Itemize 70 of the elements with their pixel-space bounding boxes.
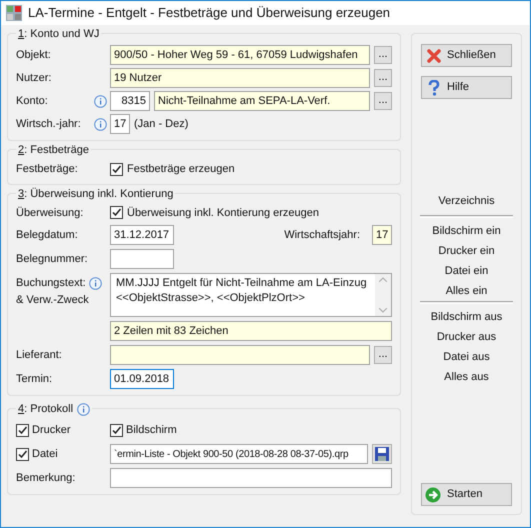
directory-link[interactable]: Bildschirm ein (432, 221, 501, 241)
window-title: LA-Termine - Entgelt - Festbeträge und Überweisung erzeugen (28, 4, 390, 22)
field-label: Objekt: (16, 48, 52, 63)
field-label: Bemerkung: (16, 470, 76, 486)
field-label: Belegnummer: (16, 252, 89, 267)
field-label: Festbeträge: (16, 162, 79, 177)
browse-button[interactable]: ... (374, 346, 392, 364)
checkbox[interactable] (16, 448, 29, 460)
checkbox-label[interactable]: Datei (32, 446, 58, 462)
help-icon (427, 80, 441, 96)
close-button[interactable]: Schließen (421, 44, 512, 67)
field-label: Wirtschaftsjahr: (284, 228, 360, 243)
field-label: Buchungstext: (16, 276, 86, 291)
input-field[interactable]: 8315 (110, 91, 150, 111)
input-field[interactable]: Nicht-Teilnahme am SEPA-LA-Verf. (154, 91, 370, 111)
app-icon (6, 5, 22, 21)
browse-button[interactable]: ... (374, 69, 392, 87)
section-title: 1: Konto und WJ (18, 27, 100, 42)
field-label: Überweisung: (16, 206, 84, 220)
checkbox[interactable] (110, 206, 123, 220)
input-field[interactable] (110, 249, 174, 269)
info-icon (88, 276, 102, 290)
field-label: Konto: (16, 94, 49, 109)
input-field[interactable]: `ermin-Liste - Objekt 900-50 (2018-08-28 08-37-05).qrp (110, 444, 368, 464)
input-field[interactable]: 01.09.2018 (110, 369, 174, 389)
browse-button[interactable]: ... (374, 46, 392, 64)
field-label: & Verw.-Zweck (16, 292, 90, 308)
text-line: MM.JJJJ Entgelt für Nicht-Teilnahme am LA-Einzug (116, 276, 368, 291)
checkbox-label[interactable]: Überweisung inkl. Kontierung erzeugen (127, 204, 320, 221)
browse-button[interactable]: ... (374, 92, 392, 110)
counter-field[interactable]: 2 Zeilen mit 83 Zeichen (110, 321, 392, 341)
section-title: 3: Überweisung inkl. Kontierung (18, 186, 174, 202)
directory-link[interactable]: Bildschirm aus (430, 307, 502, 327)
directory-link[interactable]: Drucker aus (436, 327, 496, 347)
arrow-icon (425, 486, 441, 502)
checkbox[interactable] (110, 162, 123, 176)
info-icon (94, 118, 107, 130)
directory-heading: Verzeichnis (438, 194, 495, 208)
input-field[interactable]: 17 (110, 114, 130, 134)
input-field[interactable] (110, 468, 392, 488)
info-icon (94, 94, 107, 108)
section-title: 4: Protokoll (18, 402, 74, 417)
section-title: 2: Festbeträge (18, 143, 89, 158)
directory-link[interactable]: Alles ein (446, 281, 488, 301)
input-field[interactable]: 19 Nutzer (110, 68, 370, 88)
text-area[interactable]: MM.JJJJ Entgelt für Nicht-Teilnahme am LA-Einzug <<ObjektStrasse>>, <<ObjektPlzOrt>> (110, 273, 392, 317)
input-field[interactable]: 17 (372, 225, 392, 245)
directory-link[interactable]: Alles aus (444, 367, 489, 387)
checkbox-label[interactable]: Bildschirm (126, 422, 177, 438)
directory-link[interactable]: Datei ein (444, 261, 488, 281)
field-label: Termin: (16, 372, 54, 387)
fiscal-year-note: (Jan - Dez) (134, 116, 188, 132)
checkbox[interactable] (110, 424, 123, 436)
input-field[interactable] (110, 345, 370, 365)
directory-link[interactable]: Datei aus (443, 347, 490, 367)
directory-link[interactable]: Drucker ein (438, 241, 495, 261)
field-label: Wirtsch.-jahr: (16, 116, 82, 132)
checkbox-label[interactable]: Festbeträge erzeugen (127, 161, 235, 178)
input-field[interactable]: 31.12.2017 (110, 225, 174, 245)
field-label: Lieferant: (16, 348, 63, 363)
help-button[interactable]: Hilfe (421, 76, 512, 99)
checkbox-label[interactable]: Drucker (32, 422, 71, 438)
start-button[interactable]: Starten (421, 483, 512, 506)
checkbox[interactable] (16, 424, 29, 436)
text-line: <<ObjektStrasse>>, <<ObjektPlzOrt>> (116, 291, 306, 306)
save-button[interactable] (372, 444, 392, 464)
close-icon (427, 48, 441, 62)
input-field[interactable]: 900/50 - Hoher Weg 59 - 61, 67059 Ludwigshafen (110, 45, 370, 65)
field-label: Nutzer: (16, 70, 52, 86)
field-label: Belegdatum: (16, 228, 79, 243)
